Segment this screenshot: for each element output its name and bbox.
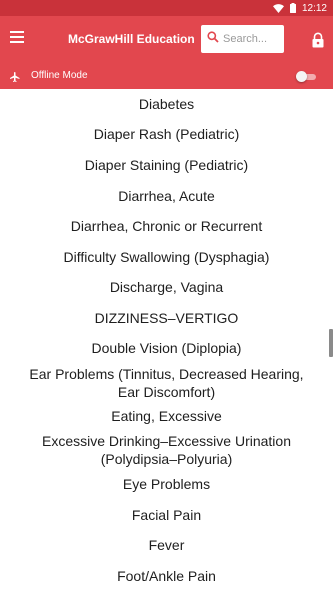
topic-item-diaper-staining[interactable]: Diaper Staining (Pediatric) [0, 156, 333, 174]
topic-item-ear-problems[interactable]: Ear Problems (Tinnitus, Decreased Hearin… [0, 365, 333, 401]
offline-mode-toggle[interactable] [296, 71, 316, 82]
scrollbar-thumb[interactable] [329, 329, 333, 357]
topic-item-diarrhea-acute[interactable]: Diarrhea, Acute [0, 187, 333, 205]
wifi-icon [272, 3, 284, 13]
toggle-thumb [296, 71, 307, 82]
topic-item-facial-pain[interactable]: Facial Pain [0, 506, 333, 524]
topic-item-eating-excessive[interactable]: Eating, Excessive [0, 407, 333, 425]
status-time: 12:12 [301, 2, 327, 14]
search-input[interactable] [223, 33, 281, 45]
topic-item-discharge-vagina[interactable]: Discharge, Vagina [0, 278, 333, 296]
topic-item-double-vision[interactable]: Double Vision (Diplopia) [0, 339, 333, 357]
status-bar: 12:12 [0, 0, 333, 16]
topic-item-diarrhea-chronic[interactable]: Diarrhea, Chronic or Recurrent [0, 217, 333, 235]
app-bar: McGrawHill Education [0, 16, 333, 64]
topic-item-fever[interactable]: Fever [0, 536, 333, 554]
search-icon [207, 30, 219, 48]
airplane-icon [9, 70, 21, 82]
hamburger-menu-icon[interactable] [10, 31, 24, 49]
topic-item-excessive-drinking[interactable]: Excessive Drinking–Excessive Urination (… [0, 432, 333, 468]
offline-mode-label: Offline Mode [31, 70, 88, 81]
topic-item-dizziness-vertigo[interactable]: DIZZINESS–VERTIGO [0, 309, 333, 327]
topic-item-eye-problems[interactable]: Eye Problems [0, 475, 333, 493]
battery-icon [289, 3, 296, 13]
topic-item-foot-ankle-pain[interactable]: Foot/Ankle Pain [0, 567, 333, 585]
offline-mode-bar: Offline Mode [0, 64, 333, 89]
lock-icon[interactable] [311, 32, 325, 48]
search-box[interactable] [201, 25, 284, 53]
topic-list: Diabetes Diaper Rash (Pediatric) Diaper … [0, 89, 333, 592]
topic-item-diabetes[interactable]: Diabetes [0, 95, 333, 113]
topic-item-diaper-rash[interactable]: Diaper Rash (Pediatric) [0, 125, 333, 143]
topic-item-difficulty-swallowing[interactable]: Difficulty Swallowing (Dysphagia) [0, 248, 333, 266]
brand-title: McGrawHill Education [68, 32, 195, 46]
